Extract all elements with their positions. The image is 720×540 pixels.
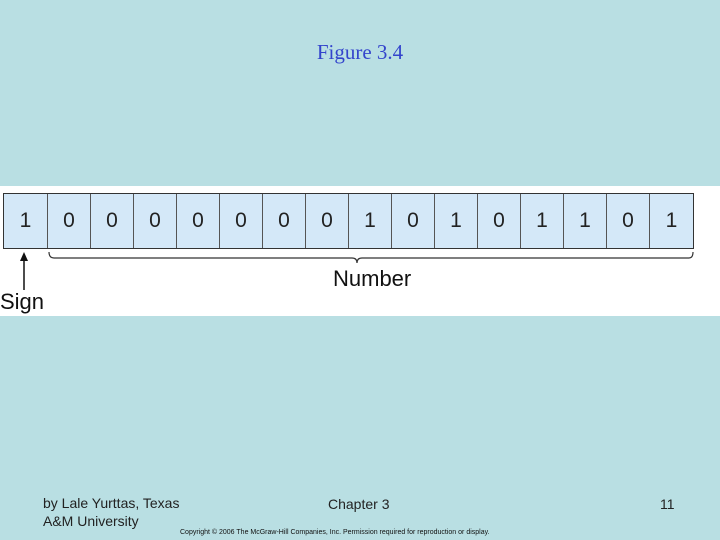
author-line-2: A&M University xyxy=(43,513,139,529)
number-brace-icon xyxy=(48,251,694,264)
bit-cell: 0 xyxy=(392,194,435,248)
bit-cell: 0 xyxy=(306,194,349,248)
bit-cell: 0 xyxy=(134,194,177,248)
bit-cell: 0 xyxy=(48,194,91,248)
footer-chapter: Chapter 3 xyxy=(328,496,390,512)
bit-cell: 1 xyxy=(564,194,607,248)
sign-bit-cell: 1 xyxy=(4,194,48,248)
bit-cell: 0 xyxy=(220,194,263,248)
bit-cell: 0 xyxy=(263,194,306,248)
bit-cell: 0 xyxy=(607,194,650,248)
page-number: 11 xyxy=(660,496,675,512)
bit-cells: 1 0 0 0 0 0 0 0 1 0 1 0 1 1 0 1 xyxy=(3,193,694,249)
bit-cell: 1 xyxy=(521,194,564,248)
author-line-1: by Lale Yurttas, Texas xyxy=(43,495,180,511)
footer-author: by Lale Yurttas, Texas A&M University xyxy=(43,494,179,530)
bit-cell: 1 xyxy=(349,194,392,248)
bit-cell: 1 xyxy=(650,194,693,248)
up-arrow-icon xyxy=(20,252,28,290)
bit-cell: 0 xyxy=(91,194,134,248)
bit-diagram: 1 0 0 0 0 0 0 0 1 0 1 0 1 1 0 1 Number S… xyxy=(0,186,720,316)
bit-cell: 1 xyxy=(435,194,478,248)
bit-cell: 0 xyxy=(177,194,220,248)
number-label: Number xyxy=(333,266,412,291)
bit-cell: 0 xyxy=(478,194,521,248)
slide-title: Figure 3.4 xyxy=(316,40,404,64)
sign-label: Sign xyxy=(0,289,45,314)
copyright-notice: Copyright © 2006 The McGraw-Hill Compani… xyxy=(180,529,490,536)
